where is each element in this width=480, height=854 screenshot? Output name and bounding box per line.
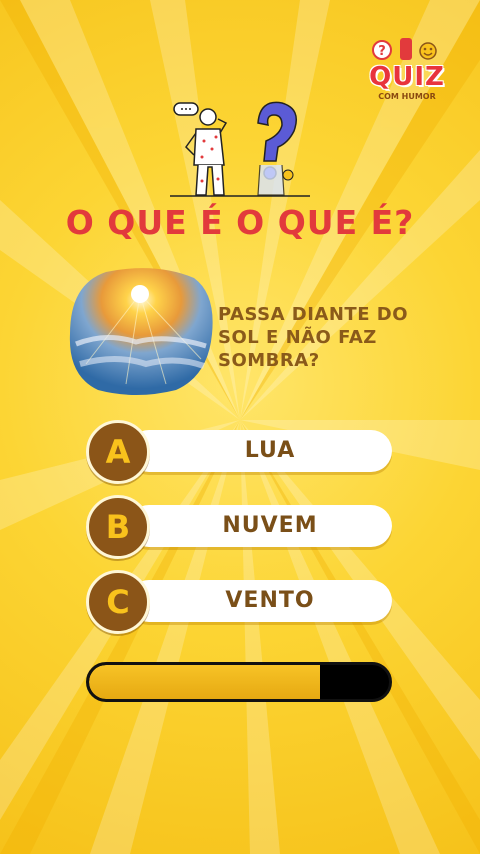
logo-subtitle: COM HUMOR	[378, 92, 436, 101]
logo-text: QUIZ	[369, 62, 445, 92]
option-c[interactable]: VENTO C	[86, 570, 394, 634]
sun-cloud-image	[69, 268, 213, 395]
timer-progress-fill	[89, 665, 323, 699]
option-label[interactable]: NUVEM	[150, 505, 390, 547]
option-letter[interactable]: C	[86, 570, 150, 634]
option-letter[interactable]: B	[86, 495, 150, 559]
option-a[interactable]: LUA A	[86, 420, 394, 484]
page-title: O QUE É O QUE É?	[65, 203, 415, 242]
option-letter[interactable]: A	[86, 420, 150, 484]
option-b[interactable]: NUVEM B	[86, 495, 394, 559]
timer-progress-bar	[86, 662, 392, 702]
option-label[interactable]: LUA	[150, 430, 390, 472]
thinking-person-icon	[170, 101, 310, 197]
question-text: PASSA DIANTE DO SOL E NÃO FAZ SOMBRA?	[218, 304, 409, 371]
option-label[interactable]: VENTO	[150, 580, 390, 622]
svg-text:?: ?	[378, 44, 386, 59]
